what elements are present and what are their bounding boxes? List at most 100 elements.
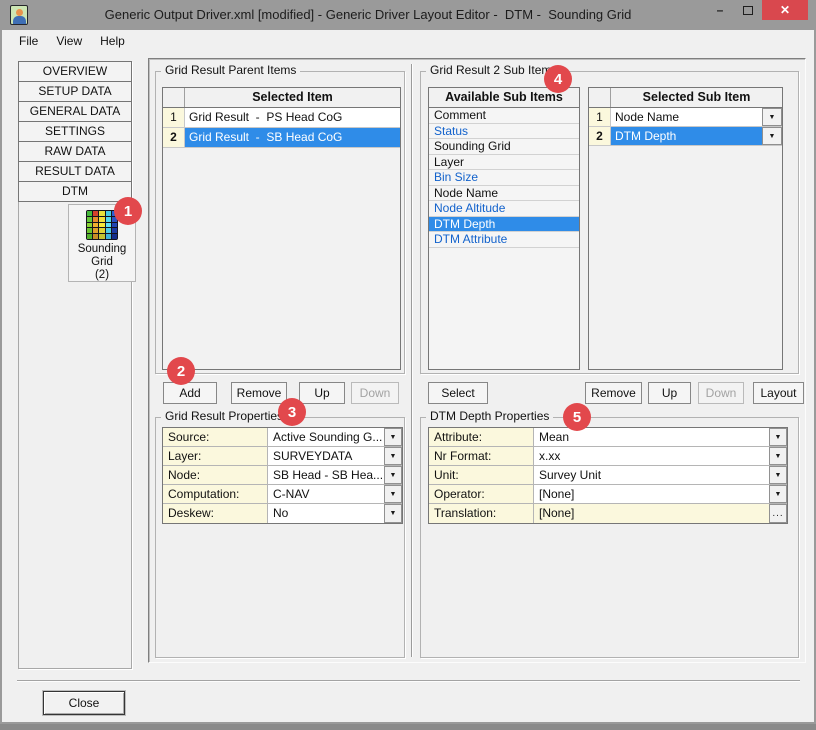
dropdown-button[interactable]: ▼ <box>384 447 402 465</box>
remove-button[interactable]: Remove <box>231 382 287 404</box>
property-value[interactable]: Active Sounding G... <box>268 428 384 446</box>
property-row: Node: SB Head - SB Hea... ▼ <box>163 466 402 485</box>
chevron-down-icon: ▼ <box>775 472 782 479</box>
group-label-dtm-depth-properties: DTM Depth Properties <box>426 409 553 423</box>
property-label: Translation: <box>429 504 534 523</box>
list-item[interactable]: Sounding Grid <box>429 139 579 155</box>
property-value[interactable]: SURVEYDATA <box>268 447 384 465</box>
row-number-header <box>163 88 185 107</box>
row-label: DTM Depth <box>611 127 762 145</box>
close-window-button[interactable]: ✕ <box>762 0 808 20</box>
down-sub-button[interactable]: Down <box>698 382 744 404</box>
property-label: Operator: <box>429 485 534 503</box>
property-value[interactable]: No <box>268 504 384 523</box>
sidebar-item-raw-data[interactable]: RAW DATA <box>18 141 132 162</box>
property-value[interactable]: C-NAV <box>268 485 384 503</box>
close-icon: ✕ <box>780 3 790 17</box>
dropdown-button[interactable]: ▼ <box>384 504 402 523</box>
maximize-icon <box>743 6 753 15</box>
available-sub-items-list: Available Sub Items Comment Status Sound… <box>428 87 580 370</box>
list-item[interactable]: DTM Attribute <box>429 232 579 248</box>
sidebar-item-overview[interactable]: OVERVIEW <box>18 61 132 82</box>
list-item[interactable]: Node Name <box>429 186 579 202</box>
property-row: Attribute: Mean ▼ <box>429 428 787 447</box>
up-button[interactable]: Up <box>299 382 345 404</box>
property-row: Computation: C-NAV ▼ <box>163 485 402 504</box>
dropdown-button[interactable]: ▼ <box>762 127 782 145</box>
app-icon-head <box>16 9 23 16</box>
list-item[interactable]: Status <box>429 124 579 140</box>
property-label: Layer: <box>163 447 268 465</box>
property-label: Deskew: <box>163 504 268 523</box>
column-header: Selected Sub Item <box>611 88 782 107</box>
selected-sub-item-row[interactable]: 1 Node Name ▼ <box>589 108 782 127</box>
chevron-down-icon: ▼ <box>390 472 397 479</box>
menu-item-file[interactable]: File <box>10 30 47 52</box>
chevron-down-icon: ▼ <box>390 453 397 460</box>
selected-item-table-header: Selected Item <box>163 88 400 108</box>
group-label-sub-items: Grid Result 2 Sub Items <box>426 63 561 77</box>
chevron-down-icon: ▼ <box>390 510 397 517</box>
sidebar-item-dtm[interactable]: DTM <box>18 181 132 202</box>
row-number: 1 <box>163 108 185 127</box>
minimize-button[interactable]: – <box>706 0 734 20</box>
property-label: Computation: <box>163 485 268 503</box>
callout-badge-3: 3 <box>278 398 306 426</box>
dropdown-button[interactable]: ▼ <box>762 108 782 126</box>
property-value[interactable]: Mean <box>534 428 769 446</box>
selected-sub-item-row[interactable]: 2 DTM Depth ▼ <box>589 127 782 146</box>
sidebar: OVERVIEW SETUP DATA GENERAL DATA SETTING… <box>18 61 132 669</box>
list-item[interactable]: Bin Size <box>429 170 579 186</box>
callout-badge-4: 4 <box>544 65 572 93</box>
property-value[interactable]: Survey Unit <box>534 466 769 484</box>
select-button[interactable]: Select <box>428 382 488 404</box>
add-button[interactable]: Add <box>163 382 217 404</box>
property-value[interactable]: [None] <box>534 485 769 503</box>
remove-sub-button[interactable]: Remove <box>585 382 642 404</box>
maximize-button[interactable] <box>734 0 762 20</box>
dropdown-button[interactable]: ▼ <box>769 466 787 484</box>
menu-item-view[interactable]: View <box>47 30 91 52</box>
property-label: Attribute: <box>429 428 534 446</box>
column-header: Selected Item <box>185 88 400 107</box>
chevron-down-icon: ▼ <box>775 491 782 498</box>
dropdown-button[interactable]: ▼ <box>384 428 402 446</box>
list-item[interactable]: Node Altitude <box>429 201 579 217</box>
sidebar-item-settings[interactable]: SETTINGS <box>18 121 132 142</box>
property-row: Operator: [None] ▼ <box>429 485 787 504</box>
property-value[interactable]: [None] <box>534 504 769 523</box>
chevron-down-icon: ▼ <box>390 491 397 498</box>
layout-button[interactable]: Layout <box>753 382 804 404</box>
up-sub-button[interactable]: Up <box>648 382 691 404</box>
sidebar-item-result-data[interactable]: RESULT DATA <box>18 161 132 182</box>
chevron-down-icon: ▼ <box>390 434 397 441</box>
menubar: File View Help <box>2 30 814 52</box>
selected-item-table: Selected Item 1 Grid Result - PS Head Co… <box>162 87 401 370</box>
minimize-icon: – <box>717 3 724 17</box>
selected-sub-item-table-header: Selected Sub Item <box>589 88 782 108</box>
list-item[interactable]: Comment <box>429 108 579 124</box>
row-label: Node Name <box>611 108 762 126</box>
list-item[interactable]: Layer <box>429 155 579 171</box>
parent-item-row[interactable]: 1 Grid Result - PS Head CoG <box>163 108 400 128</box>
property-row: Translation: [None] ... <box>429 504 787 523</box>
dropdown-button[interactable]: ▼ <box>769 447 787 465</box>
module-count: (2) <box>69 269 135 282</box>
sidebar-item-general-data[interactable]: GENERAL DATA <box>18 101 132 122</box>
property-value[interactable]: SB Head - SB Hea... <box>268 466 384 484</box>
sidebar-item-setup-data[interactable]: SETUP DATA <box>18 81 132 102</box>
row-number: 1 <box>589 108 611 126</box>
dropdown-button[interactable]: ▼ <box>769 485 787 503</box>
close-dialog-button[interactable]: Close <box>43 691 125 715</box>
property-value[interactable]: x.xx <box>534 447 769 465</box>
menu-item-help[interactable]: Help <box>91 30 134 52</box>
down-button[interactable]: Down <box>351 382 399 404</box>
ellipsis-button[interactable]: ... <box>769 504 787 523</box>
parent-item-row[interactable]: 2 Grid Result - SB Head CoG <box>163 128 400 148</box>
dropdown-button[interactable]: ▼ <box>384 466 402 484</box>
property-row: Deskew: No ▼ <box>163 504 402 523</box>
dropdown-button[interactable]: ▼ <box>769 428 787 446</box>
dropdown-button[interactable]: ▼ <box>384 485 402 503</box>
list-item[interactable]: DTM Depth <box>429 217 579 233</box>
property-label: Source: <box>163 428 268 446</box>
